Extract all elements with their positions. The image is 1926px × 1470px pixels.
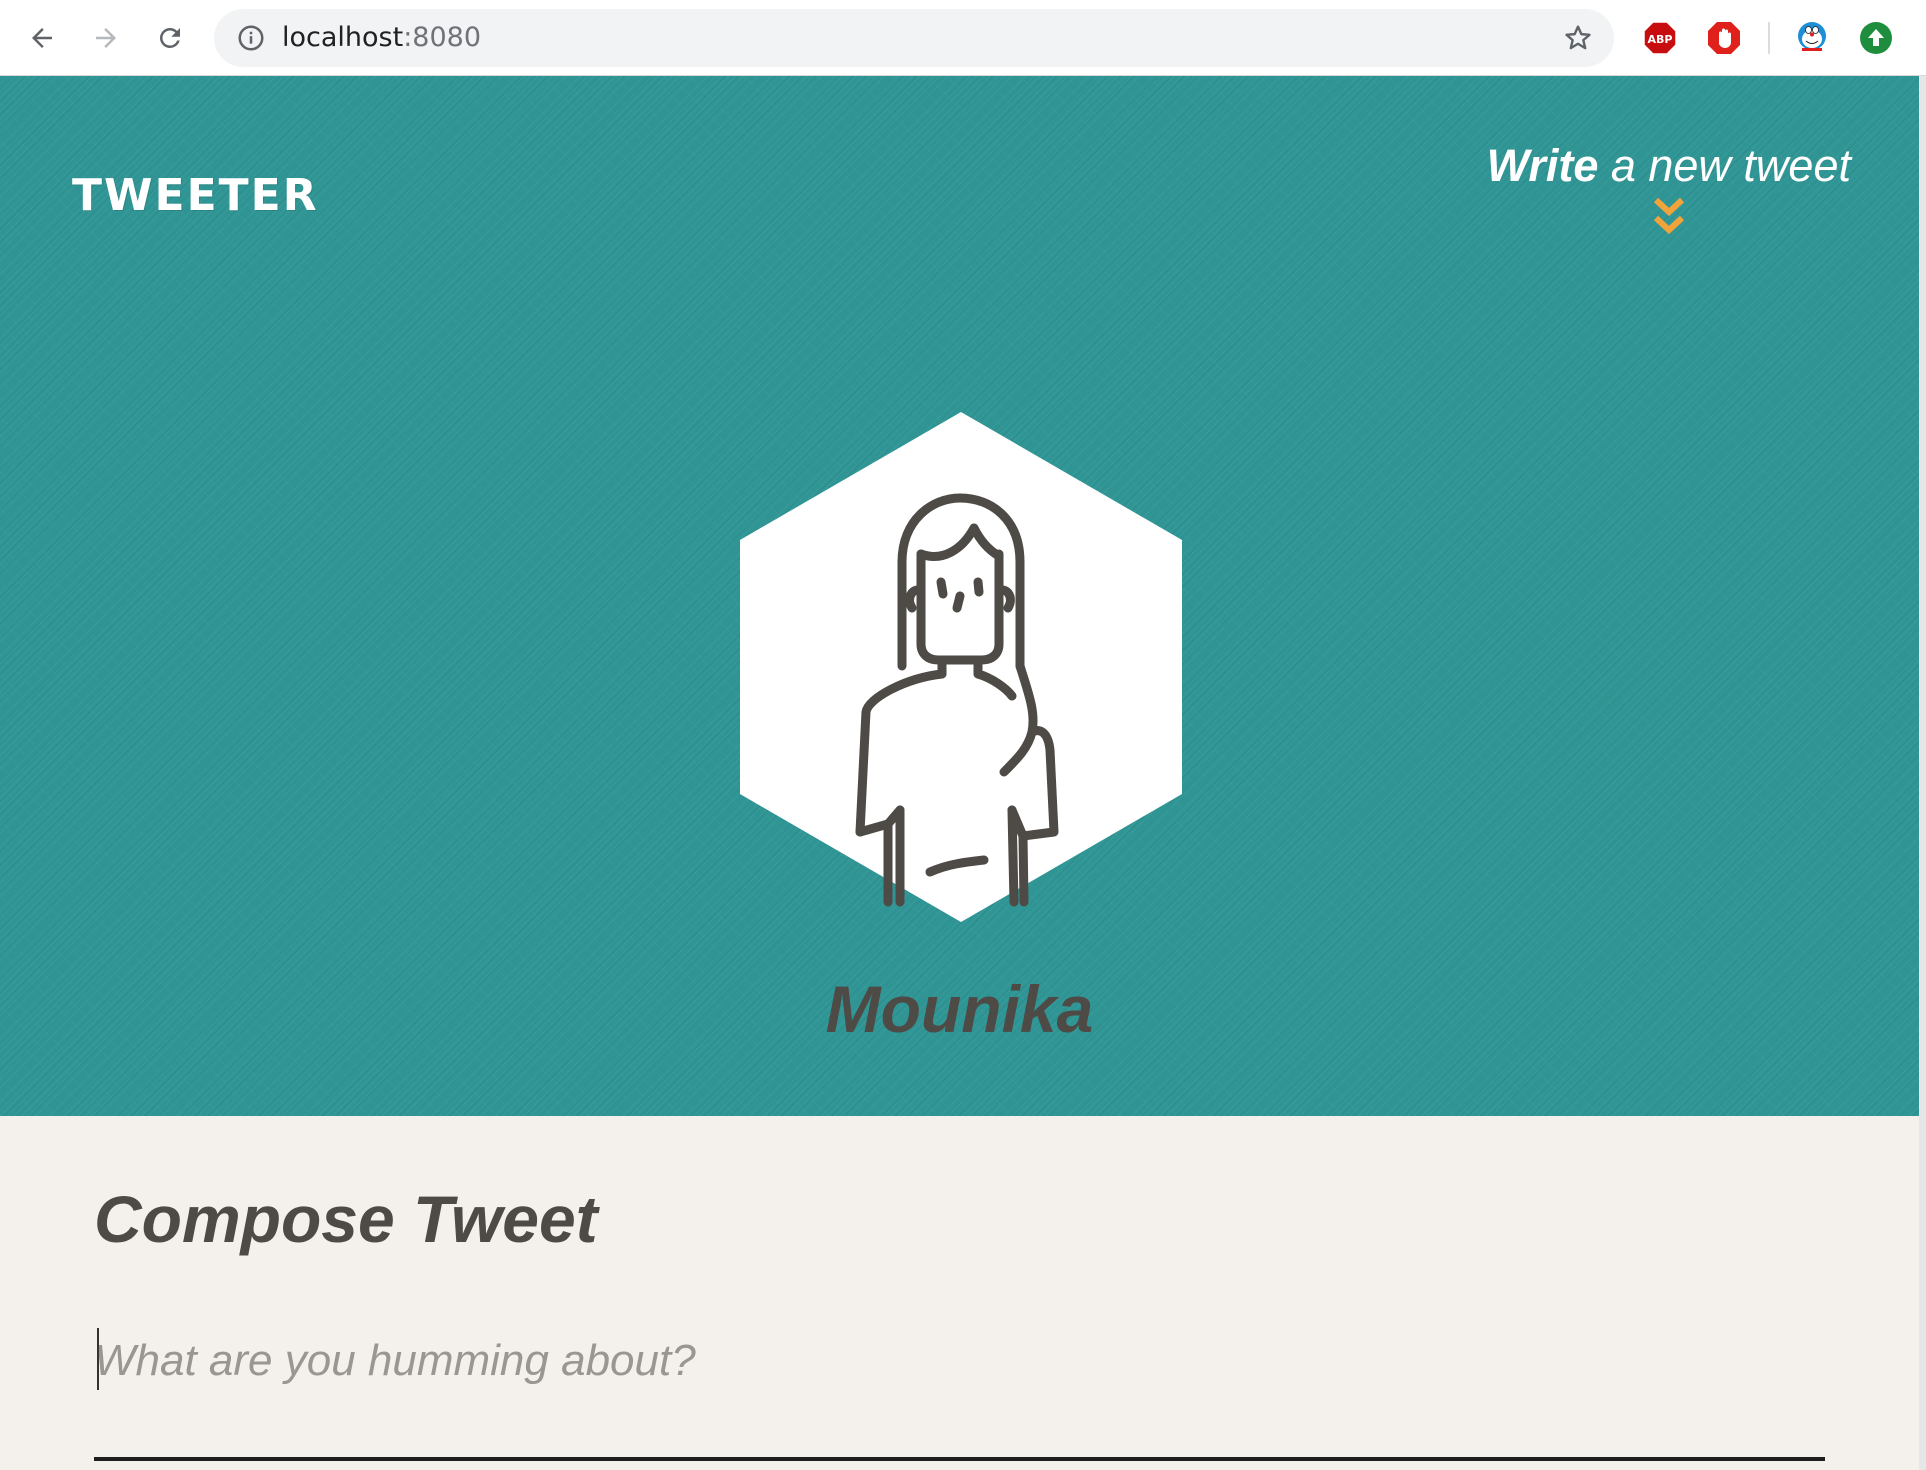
profile-name: Mounika [825, 972, 1094, 1046]
upload-icon[interactable] [1858, 20, 1894, 56]
info-icon[interactable] [236, 23, 266, 53]
url-port: :8080 [403, 22, 482, 53]
compose-title: Compose Tweet [94, 1182, 598, 1256]
url-host: localhost [282, 22, 404, 53]
doraemon-icon[interactable] [1794, 20, 1830, 56]
write-tweet-label: Write a new tweet [1487, 140, 1851, 192]
write-rest-text: a new tweet [1598, 140, 1851, 191]
profile-banner: TWEETER Write a new tweet Mounika [0, 76, 1919, 1116]
page-scrollbar[interactable] [1919, 76, 1926, 1470]
bookmark-star-icon[interactable] [1562, 22, 1594, 54]
avatar-hexagon [740, 412, 1182, 922]
reload-icon [160, 28, 180, 48]
tweet-input-underline [94, 1457, 1825, 1461]
browser-toolbar: localhost:8080 ABP [0, 0, 1926, 76]
compose-section: Compose Tweet [0, 1116, 1919, 1470]
text-caret [97, 1328, 99, 1390]
arrow-right-icon [96, 28, 116, 48]
tweet-input[interactable] [94, 1326, 1824, 1396]
arrow-left-icon [32, 28, 52, 48]
adblock-hand-icon[interactable] [1706, 20, 1742, 56]
adblock-plus-icon[interactable]: ABP [1642, 20, 1678, 56]
toolbar-divider [1768, 22, 1770, 54]
address-bar[interactable]: localhost:8080 [214, 9, 1614, 67]
write-tweet-toggle[interactable]: Write a new tweet [1487, 140, 1851, 238]
reload-button[interactable] [148, 16, 192, 60]
write-strong-text: Write [1486, 140, 1599, 191]
brand-logo[interactable]: TWEETER [72, 170, 319, 221]
back-button[interactable] [20, 16, 64, 60]
double-chevron-down-icon[interactable] [1651, 196, 1687, 238]
url-text[interactable]: localhost:8080 [282, 23, 481, 53]
forward-button[interactable] [84, 16, 128, 60]
avatar [740, 412, 1182, 922]
adblock-plus-label: ABP [1648, 33, 1673, 46]
